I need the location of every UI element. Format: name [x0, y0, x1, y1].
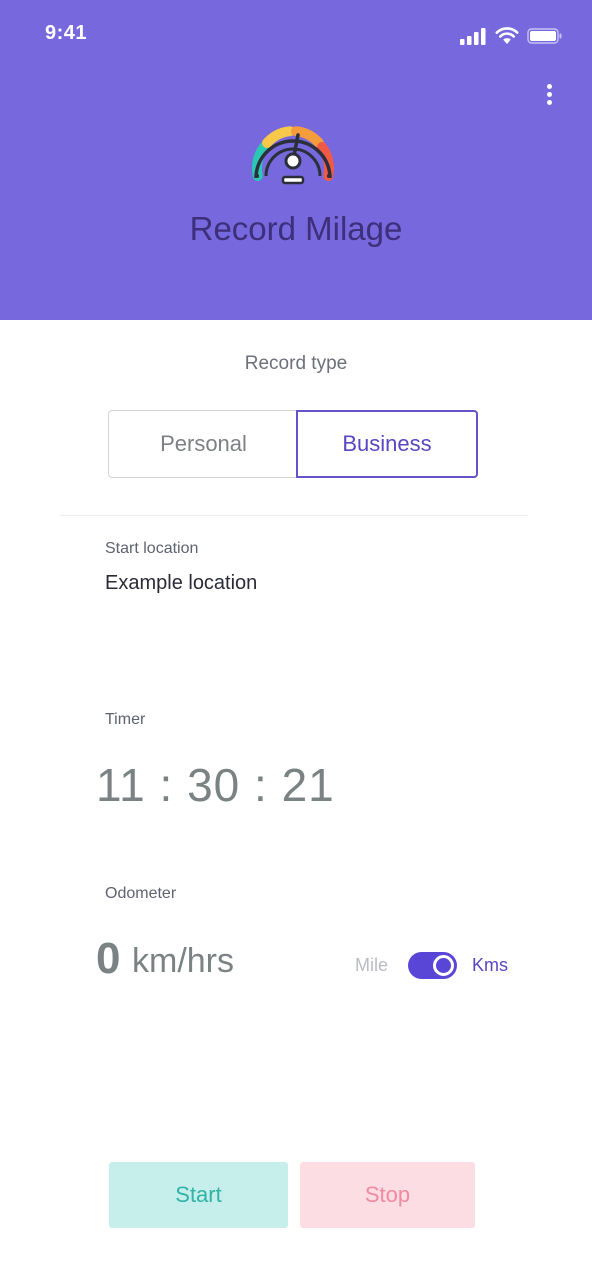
odometer-label: Odometer — [105, 885, 177, 902]
start-location-value[interactable]: Example location — [105, 572, 257, 595]
section-divider — [60, 515, 528, 516]
cellular-signal-icon — [460, 28, 486, 45]
record-type-label: Record type — [244, 353, 348, 374]
page-title: Record Milage — [189, 210, 403, 247]
timer-label: Timer — [105, 711, 146, 728]
unit-mile-label: Mile — [355, 955, 389, 975]
unit-toggle-knob — [433, 955, 454, 976]
more-vertical-icon[interactable] — [538, 82, 562, 108]
speedometer-icon — [251, 126, 335, 185]
record-type-business-option[interactable]: Business — [296, 410, 478, 478]
battery-icon — [527, 28, 562, 44]
app-header: 9:41 Record Milage — [0, 0, 592, 320]
wifi-icon — [495, 27, 519, 44]
timer-value: 11 : 30 : 21 — [96, 759, 335, 811]
unit-kms-label: Kms — [472, 955, 508, 975]
odometer-value: 0 — [96, 934, 121, 983]
status-time: 9:41 — [45, 22, 88, 44]
unit-toggle[interactable] — [408, 952, 457, 979]
status-bar: 9:41 — [0, 0, 592, 68]
record-type-segmented-control: Personal Business — [108, 410, 478, 478]
stop-button[interactable]: Stop — [300, 1162, 475, 1228]
odometer-unit: km/hrs — [132, 942, 234, 980]
start-location-label: Start location — [105, 540, 199, 557]
record-type-personal-option[interactable]: Personal — [108, 410, 298, 478]
start-button[interactable]: Start — [109, 1162, 288, 1228]
